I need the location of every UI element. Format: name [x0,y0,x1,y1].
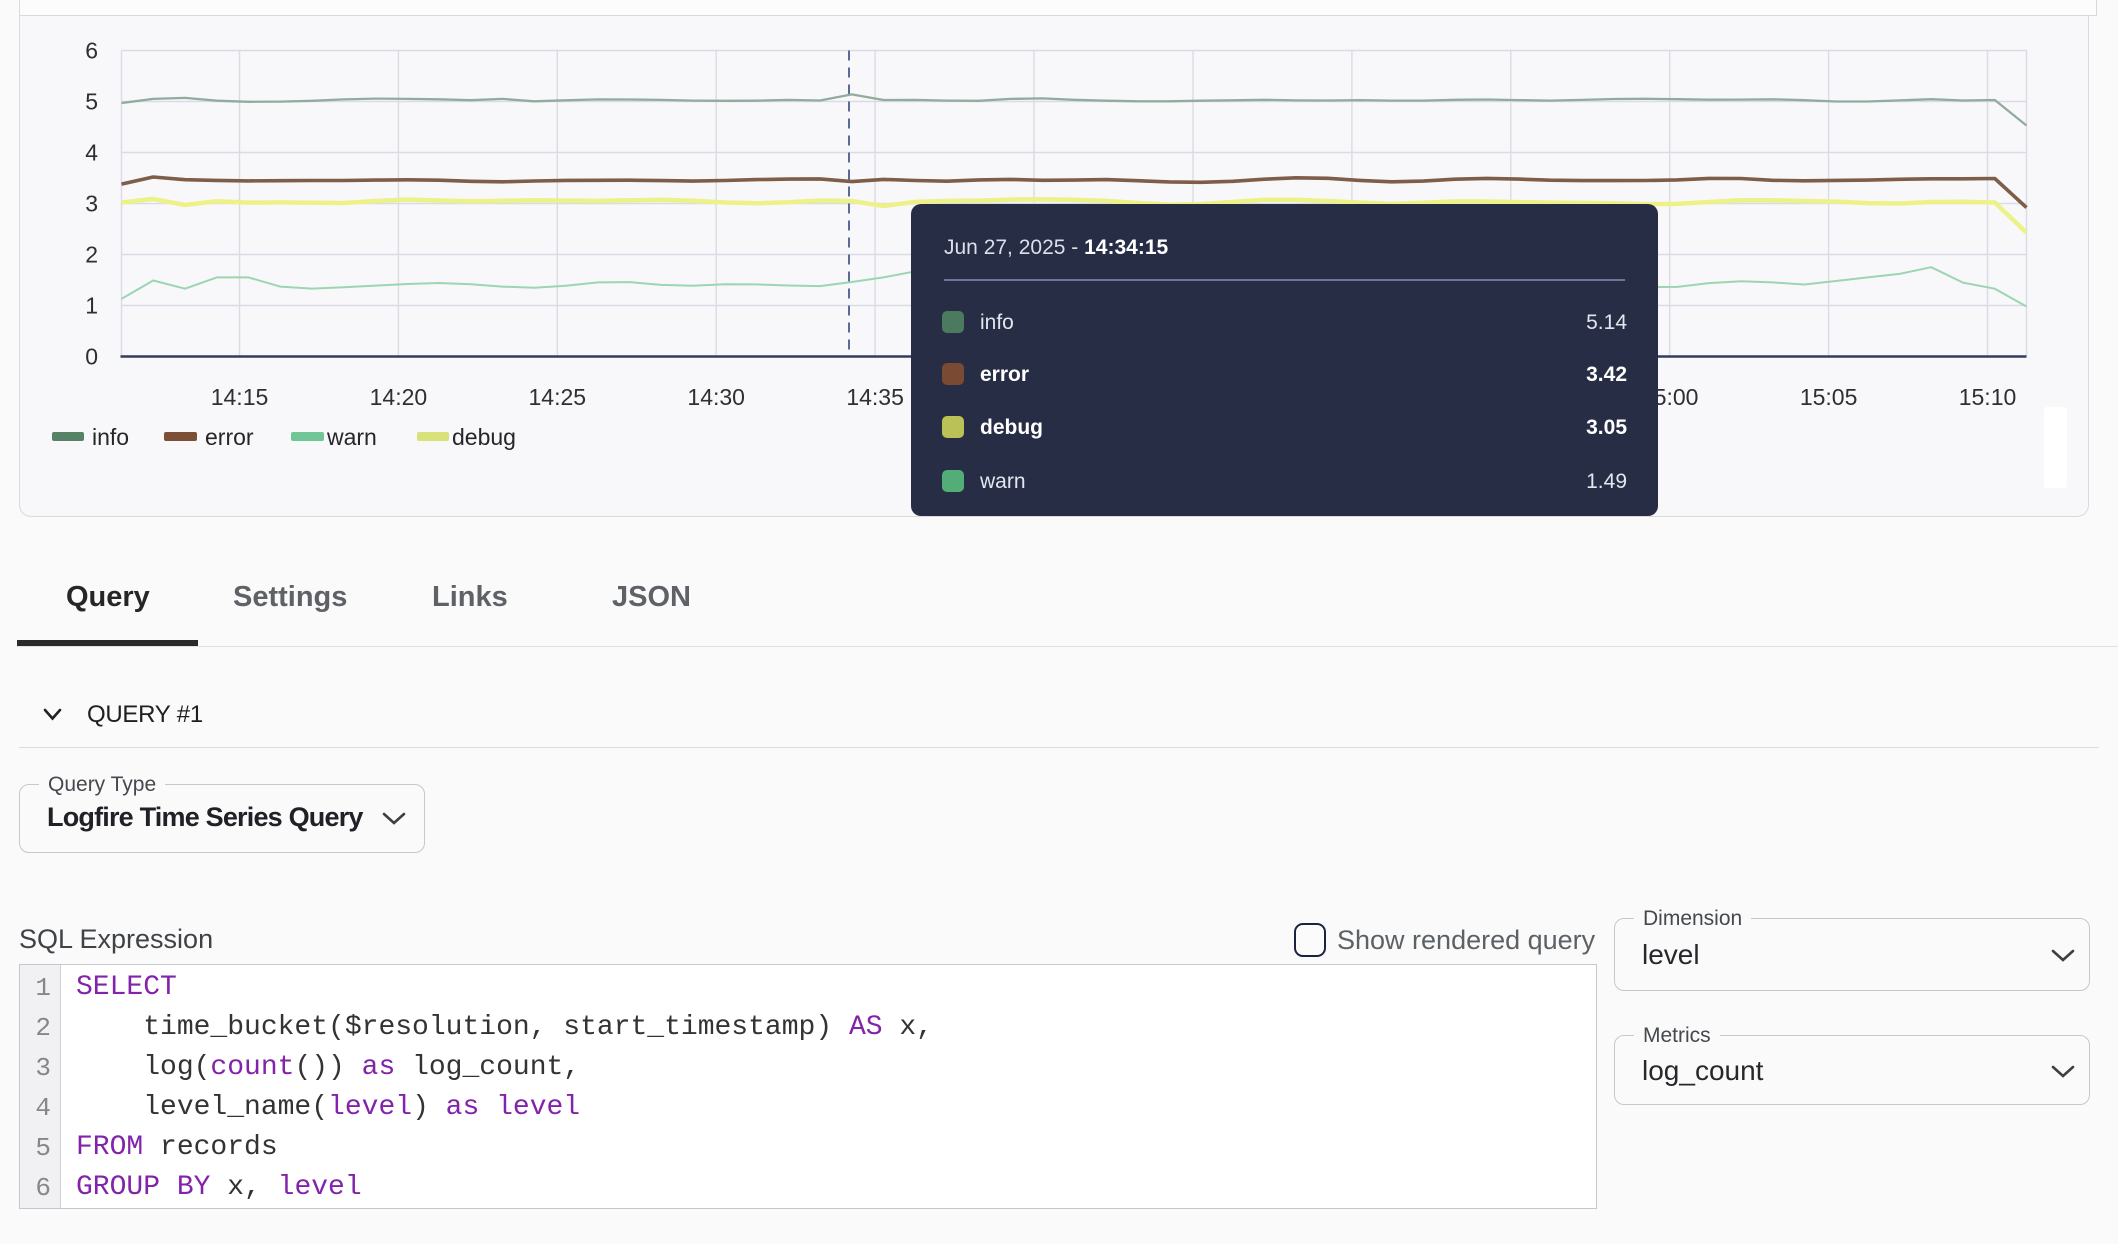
svg-text:2: 2 [85,242,98,268]
svg-text:4: 4 [85,140,98,166]
svg-text:15:10: 15:10 [1959,384,2017,410]
svg-text:0: 0 [85,344,98,370]
svg-text:3: 3 [85,191,98,217]
svg-text:6: 6 [85,38,98,64]
svg-text:14:25: 14:25 [529,384,587,410]
svg-text:14:35: 14:35 [846,384,904,410]
svg-text:15:05: 15:05 [1800,384,1858,410]
svg-text:5: 5 [85,89,98,115]
svg-text:1: 1 [85,293,98,319]
svg-text:14:15: 14:15 [211,384,269,410]
svg-text:14:20: 14:20 [370,384,428,410]
svg-text:14:30: 14:30 [687,384,745,410]
